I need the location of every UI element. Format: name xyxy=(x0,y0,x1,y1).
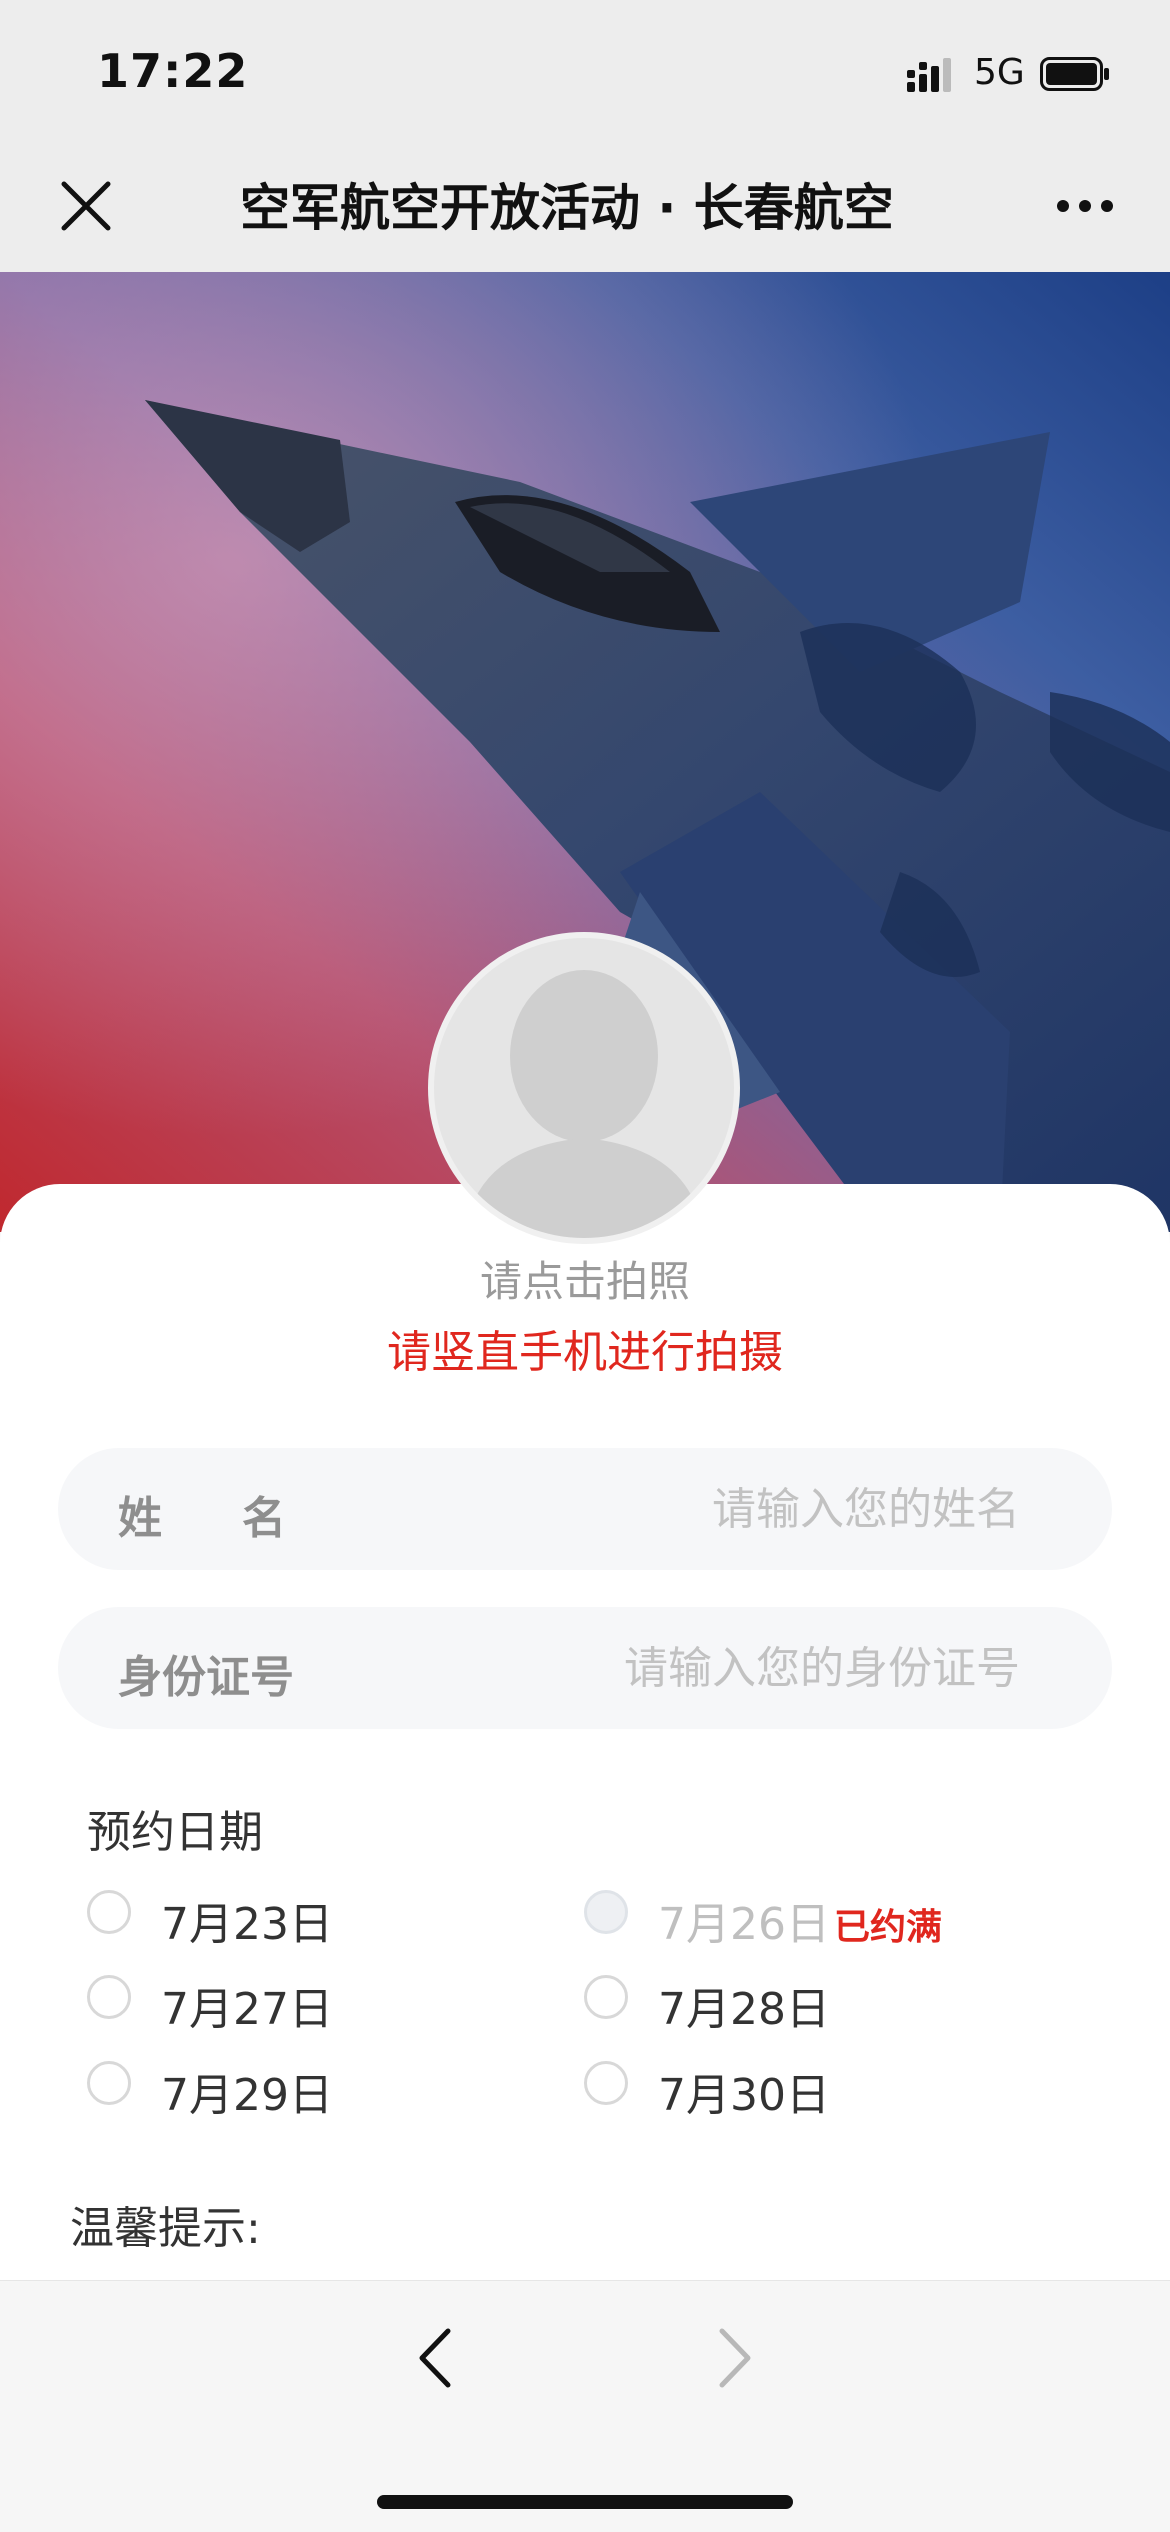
back-arrow-icon[interactable] xyxy=(410,2323,460,2393)
radio-icon[interactable] xyxy=(87,2061,131,2105)
close-icon[interactable] xyxy=(56,176,116,236)
date-option-0729[interactable]: 7月29日 xyxy=(87,2055,387,2121)
id-number-field[interactable]: 身份证号 xyxy=(58,1607,1112,1729)
more-icon[interactable] xyxy=(1055,196,1115,216)
date-label: 7月28日 xyxy=(658,1984,830,2035)
radio-icon[interactable] xyxy=(584,1975,628,2019)
date-option-0730[interactable]: 7月30日 xyxy=(584,2055,884,2121)
date-option-0728[interactable]: 7月28日 xyxy=(584,1969,884,2035)
id-number-input[interactable] xyxy=(460,1633,1020,1703)
network-type: 5G xyxy=(974,52,1025,93)
page: 17:22 5G 空军航空开放活动 · 长春航空 请点击拍照 请竖直手机进行拍摄… xyxy=(0,0,1170,2532)
home-indicator xyxy=(377,2495,793,2509)
signal-icon xyxy=(907,58,951,92)
name-input[interactable] xyxy=(460,1474,1020,1544)
battery-icon xyxy=(1040,57,1109,91)
id-number-label: 身份证号 xyxy=(118,1652,294,1703)
date-label: 7月30日 xyxy=(658,2070,830,2121)
forward-arrow-icon[interactable] xyxy=(710,2323,760,2393)
radio-icon[interactable] xyxy=(584,2061,628,2105)
browser-toolbar xyxy=(0,2280,1170,2532)
radio-icon xyxy=(584,1890,628,1934)
date-section-title: 预约日期 xyxy=(87,1807,263,1858)
page-title: 空军航空开放活动 · 长春航空 xyxy=(240,179,894,237)
date-label: 7月23日 xyxy=(161,1899,333,1950)
date-label: 7月29日 xyxy=(161,2070,333,2121)
full-status-badge: 已约满 xyxy=(834,1907,943,1948)
photo-warning: 请竖直手机进行拍摄 xyxy=(387,1327,783,1378)
date-option-0726: 7月26日 已约满 xyxy=(584,1884,1004,1950)
photo-hint[interactable]: 请点击拍照 xyxy=(0,1248,1170,1309)
name-field[interactable]: 姓名 xyxy=(58,1448,1112,1570)
status-time: 17:22 xyxy=(97,44,249,98)
radio-icon[interactable] xyxy=(87,1890,131,1934)
person-icon xyxy=(464,970,704,1238)
tips-title: 温馨提示: xyxy=(70,2203,261,2254)
date-label: 7月26日 xyxy=(658,1899,830,1950)
date-label: 7月27日 xyxy=(161,1984,333,2035)
radio-icon[interactable] xyxy=(87,1975,131,2019)
date-option-0723[interactable]: 7月23日 xyxy=(87,1884,387,1950)
photo-avatar-button[interactable] xyxy=(428,932,740,1244)
date-option-0727[interactable]: 7月27日 xyxy=(87,1969,387,2035)
top-bar: 17:22 5G 空军航空开放活动 · 长春航空 xyxy=(0,0,1170,272)
name-label: 姓名 xyxy=(118,1493,366,1544)
